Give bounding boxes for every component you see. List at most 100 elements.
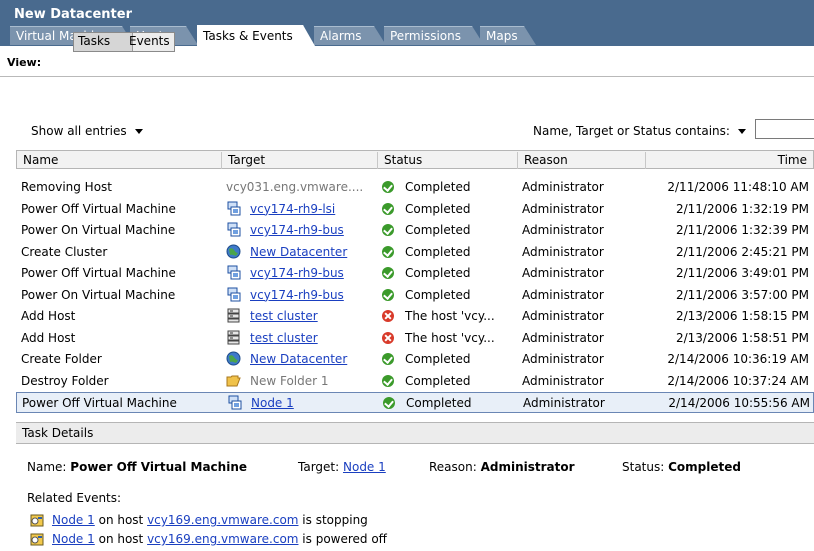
table-row[interactable]: Power Off Virtual Machine vcy174-rh9-lsi C…: [16, 199, 814, 220]
status-text: Completed: [405, 352, 471, 366]
event-text: on host: [94, 513, 148, 527]
vm-icon: [226, 201, 250, 216]
show-all-dropdown[interactable]: Show all entries: [31, 124, 143, 138]
status-text: Completed: [405, 266, 471, 280]
table-row[interactable]: Create Folder New Datacenter Completed Admi…: [16, 349, 814, 370]
cell-time: 2/14/2006 10:37:24 AM: [667, 373, 809, 388]
related-event-item: Node 1 on host vcy169.eng.vmware.com is …: [30, 513, 368, 527]
vm-icon: [226, 265, 250, 280]
target-link[interactable]: vcy174-rh9-bus: [250, 288, 344, 302]
event-host-link[interactable]: vcy169.eng.vmware.com: [147, 532, 298, 546]
tab-maps[interactable]: Maps: [480, 26, 536, 45]
cell-reason: Administrator: [522, 244, 604, 259]
target-link[interactable]: New Folder 1: [250, 374, 329, 388]
cell-target: vcy174-rh9-bus: [226, 265, 376, 282]
status-text: Completed: [405, 223, 471, 237]
status-text: Completed: [405, 373, 471, 388]
table-row[interactable]: Removing Host vcy031.eng.vmware.... Comple…: [16, 177, 814, 198]
target-link[interactable]: test cluster: [250, 309, 318, 323]
column-header-time[interactable]: Time: [646, 152, 813, 169]
status-text: The host 'vcy...: [405, 330, 495, 345]
cell-name: Power Off Virtual Machine: [21, 266, 176, 280]
cell-status: Completed: [382, 201, 517, 218]
filter-input[interactable]: [755, 119, 814, 139]
target-link[interactable]: vcy174-rh9-bus: [250, 223, 344, 237]
success-icon: [382, 181, 394, 193]
table-row[interactable]: Create Cluster New Datacenter Completed Adm…: [16, 242, 814, 263]
show-all-label: Show all entries: [31, 124, 127, 138]
cell-target: vcy174-rh9-bus: [226, 222, 376, 239]
target-link[interactable]: vcy031.eng.vmware....: [226, 180, 363, 194]
cell-name: Add Host: [21, 309, 76, 323]
events-button[interactable]: Events: [125, 33, 181, 51]
table-row[interactable]: Destroy Folder New Folder 1 Completed Admin…: [16, 371, 814, 392]
cell-status: The host 'vcy...: [382, 308, 517, 325]
success-icon: [382, 374, 394, 387]
cell-name: Power Off Virtual Machine: [21, 201, 176, 216]
event-vm-link[interactable]: Node 1: [52, 513, 95, 527]
event-text: is stopping: [298, 513, 368, 527]
target-link[interactable]: New Datacenter: [250, 245, 347, 259]
column-header-target[interactable]: Target: [222, 152, 378, 169]
column-header-status[interactable]: Status: [378, 152, 518, 169]
status-text: Completed: [405, 287, 471, 302]
error-icon: [382, 331, 394, 344]
cell-time: 2/13/2006 1:58:51 PM: [675, 330, 809, 345]
cell-name: Create Cluster: [21, 244, 108, 259]
target-link[interactable]: test cluster: [250, 331, 318, 345]
cell-reason: Administrator: [522, 287, 604, 302]
cell-status: Completed: [382, 287, 517, 304]
detail-name-label: Name:: [27, 460, 67, 474]
status-text: Completed: [405, 180, 471, 194]
table-row[interactable]: Add Host test cluster The host 'vcy... Admi…: [16, 306, 814, 327]
table-row[interactable]: Power Off Virtual Machine vcy174-rh9-bus C…: [16, 263, 814, 284]
event-icon: [30, 533, 44, 546]
chevron-down-icon: [134, 129, 143, 134]
cell-time: 2/11/2006 3:49:01 PM: [675, 266, 809, 280]
cell-name: Power Off Virtual Machine: [22, 396, 177, 410]
chevron-down-icon: [737, 129, 746, 134]
task-details-title: Task Details: [22, 426, 94, 440]
cell-time: 2/14/2006 10:55:56 AM: [668, 396, 810, 410]
detail-status: Status: Completed: [622, 460, 741, 474]
detail-status-value: Completed: [668, 460, 741, 474]
detail-target-link[interactable]: Node 1: [343, 460, 386, 474]
cell-status: Completed: [382, 265, 517, 282]
cell-reason: Administrator: [522, 352, 604, 366]
cell-name: Destroy Folder: [21, 373, 109, 388]
target-link[interactable]: Node 1: [251, 396, 294, 410]
table-row[interactable]: Power On Virtual Machine vcy174-rh9-bus Co…: [16, 285, 814, 306]
table-row[interactable]: Add Host test cluster The host 'vcy... Admi…: [16, 328, 814, 349]
target-link[interactable]: vcy174-rh9-bus: [250, 266, 344, 280]
detail-reason-value: Administrator: [480, 460, 575, 474]
error-icon: [382, 310, 394, 322]
event-icon: [30, 514, 44, 527]
event-vm-link[interactable]: Node 1: [52, 532, 95, 546]
cell-reason: Administrator: [522, 330, 604, 345]
related-events-label: Related Events:: [27, 491, 122, 505]
cell-time: 2/11/2006 11:48:10 AM: [667, 180, 809, 194]
column-header-reason[interactable]: Reason: [518, 152, 646, 169]
filter-field-dropdown[interactable]: Name, Target or Status contains:: [533, 124, 746, 138]
detail-target-label: Target:: [298, 460, 340, 474]
event-text: on host: [94, 532, 148, 546]
tab-alarms[interactable]: Alarms: [314, 26, 386, 45]
column-header-name[interactable]: Name: [17, 152, 222, 169]
success-icon: [382, 267, 394, 279]
table-row[interactable]: Power On Virtual Machine vcy174-rh9-bus Co…: [16, 220, 814, 241]
target-link[interactable]: New Datacenter: [250, 352, 347, 366]
datacenter-icon: [226, 351, 250, 366]
event-text: is powered off: [298, 532, 387, 546]
status-text: Completed: [405, 244, 471, 259]
cell-target: New Datacenter: [226, 244, 376, 261]
table-row[interactable]: Power Off Virtual Machine Node 1 Completed…: [16, 392, 814, 413]
tab-permissions[interactable]: Permissions: [384, 26, 484, 45]
task-details-header[interactable]: Task Details: [16, 422, 814, 444]
related-event-item: Node 1 on host vcy169.eng.vmware.com is …: [30, 532, 387, 546]
tab-tasks-events[interactable]: Tasks & Events: [197, 25, 315, 46]
event-host-link[interactable]: vcy169.eng.vmware.com: [147, 513, 298, 527]
target-link[interactable]: vcy174-rh9-lsi: [250, 202, 335, 216]
success-icon: [382, 224, 394, 236]
cell-target: test cluster: [226, 330, 376, 347]
view-toggle: Tasks Events: [73, 32, 175, 52]
